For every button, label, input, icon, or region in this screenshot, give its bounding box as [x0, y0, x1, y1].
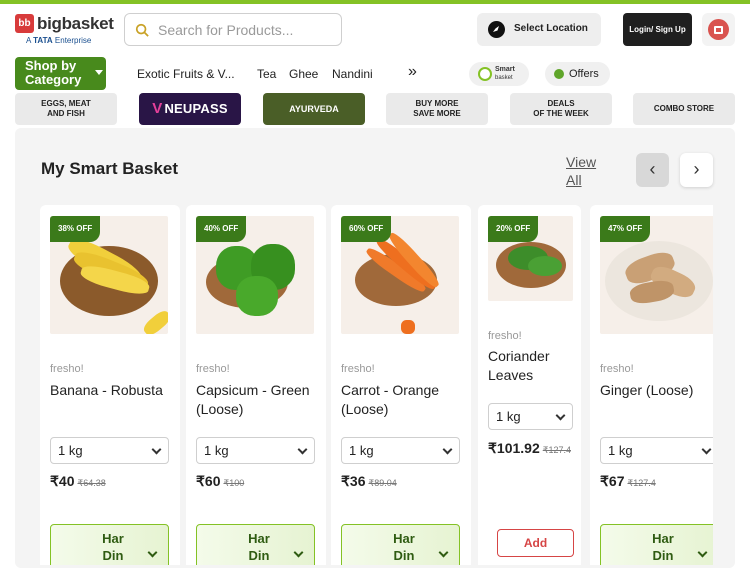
logo-mark-icon: bb: [15, 14, 34, 33]
offers-badge-icon: [554, 69, 564, 79]
category-ayurveda[interactable]: AYURVEDA: [263, 93, 365, 125]
chevron-down-icon: [555, 410, 566, 421]
product-price: ₹101.92 ₹127.4: [488, 440, 571, 456]
quantity-select[interactable]: 1 kg: [600, 437, 713, 464]
product-card[interactable]: 38% OFF fresho! Banana - Robusta 1 kg ₹4…: [40, 205, 180, 565]
neupass-logo-icon: V: [152, 100, 163, 117]
offers-button[interactable]: Offers: [545, 62, 610, 86]
product-carousel: 38% OFF fresho! Banana - Robusta 1 kg ₹4…: [40, 205, 713, 565]
product-mrp: ₹127.4: [542, 445, 571, 455]
nav-link-ghee[interactable]: Ghee: [289, 67, 318, 81]
har-din-button[interactable]: Har Din: [196, 524, 315, 565]
har-din-button[interactable]: Har Din: [341, 524, 460, 565]
nav-link-exotic-fruits[interactable]: Exotic Fruits & V...: [137, 67, 235, 81]
category-buy-more-save-more[interactable]: BUY MORE SAVE MORE: [386, 93, 488, 125]
category-deals-of-the-week[interactable]: DEALS OF THE WEEK: [510, 93, 612, 125]
add-to-basket-button[interactable]: Add: [497, 529, 574, 557]
offers-label: Offers: [569, 68, 599, 80]
product-brand: fresho!: [196, 363, 230, 375]
category-combo-store[interactable]: COMBO STORE: [633, 93, 735, 125]
logo-text: bigbasket: [37, 14, 114, 33]
shop-by-category-button[interactable]: Shop by Category: [15, 57, 106, 90]
quantity-select[interactable]: 1 kg: [50, 437, 169, 464]
product-mrp: ₹89.04: [368, 478, 397, 488]
nav-link-nandini[interactable]: Nandini: [332, 67, 373, 81]
discount-badge: 47% OFF: [600, 216, 651, 242]
product-price: ₹67 ₹127.4: [600, 473, 656, 489]
product-name[interactable]: Banana - Robusta: [50, 381, 174, 400]
cart-bag-icon: [708, 19, 729, 40]
chevron-down-icon: [701, 444, 712, 455]
chevron-down-icon: [297, 444, 308, 455]
product-card[interactable]: 60% OFF fresho! Carrot - Orange (Loose) …: [331, 205, 471, 565]
chevron-down-icon: [442, 444, 453, 455]
product-price: ₹60 ₹100: [196, 473, 245, 489]
section-title: My Smart Basket: [41, 159, 179, 178]
quantity-select[interactable]: 1 kg: [196, 437, 315, 464]
product-brand: fresho!: [50, 363, 84, 375]
nav-more-button[interactable]: »: [408, 63, 417, 81]
har-din-button[interactable]: Har Din: [50, 524, 169, 565]
discount-badge: 60% OFF: [341, 216, 392, 242]
har-din-button[interactable]: Har Din: [600, 524, 713, 565]
chevron-down-icon: [147, 547, 158, 558]
product-brand: fresho!: [488, 330, 522, 342]
product-name[interactable]: Ginger (Loose): [600, 381, 713, 400]
location-compass-icon: [488, 21, 505, 38]
login-signup-button[interactable]: Login/ Sign Up: [623, 13, 692, 46]
discount-badge: 20% OFF: [488, 216, 539, 242]
view-all-link[interactable]: View All: [566, 153, 606, 189]
product-price: ₹40 ₹64.38: [50, 473, 106, 489]
discount-badge: 38% OFF: [50, 216, 101, 242]
nav-link-tea[interactable]: Tea: [257, 67, 276, 81]
search-bar[interactable]: [124, 13, 342, 46]
chevron-down-icon: [151, 444, 162, 455]
cart-button[interactable]: [702, 13, 735, 46]
carousel-next-button[interactable]: ›: [680, 153, 713, 187]
product-card[interactable]: 40% OFF fresho! Capsicum - Green (Loose)…: [186, 205, 326, 565]
smart-basket-label: Smart basket: [495, 66, 515, 81]
product-mrp: ₹127.4: [627, 478, 656, 488]
chevron-down-icon: [697, 547, 708, 558]
quantity-select[interactable]: 1 kg: [488, 403, 573, 430]
shop-by-category-label: Shop by Category: [25, 58, 82, 87]
search-input[interactable]: [158, 19, 334, 41]
logo-subtitle: A TATA Enterprise: [26, 36, 92, 45]
product-price: ₹36 ₹89.04: [341, 473, 397, 489]
discount-badge: 40% OFF: [196, 216, 247, 242]
top-accent-line: [0, 0, 750, 4]
product-mrp: ₹100: [223, 478, 245, 488]
product-card[interactable]: 47% OFF fresho! Ginger (Loose) 1 kg ₹67 ₹…: [590, 205, 713, 565]
category-neupass[interactable]: V NEUPASS: [139, 93, 241, 125]
smart-basket-button[interactable]: Smart basket: [469, 62, 529, 86]
product-brand: fresho!: [341, 363, 375, 375]
product-mrp: ₹64.38: [77, 478, 106, 488]
chevron-down-icon: [293, 547, 304, 558]
product-name[interactable]: Coriander Leaves: [488, 347, 578, 385]
category-eggs-meat-fish[interactable]: EGGS, MEAT AND FISH: [15, 93, 117, 125]
chevron-down-icon: [438, 547, 449, 558]
search-icon: [135, 23, 149, 37]
product-name[interactable]: Capsicum - Green (Loose): [196, 381, 320, 419]
select-location-label: Select Location: [514, 23, 588, 34]
product-name[interactable]: Carrot - Orange (Loose): [341, 381, 465, 419]
product-brand: fresho!: [600, 363, 634, 375]
quantity-select[interactable]: 1 kg: [341, 437, 460, 464]
smart-basket-icon: [478, 67, 492, 81]
bigbasket-logo[interactable]: bb bigbasket A TATA Enterprise: [15, 14, 114, 48]
caret-down-icon: [95, 70, 103, 75]
product-card[interactable]: 20% OFF fresho! Coriander Leaves 1 kg ₹1…: [478, 205, 581, 565]
carousel-prev-button[interactable]: ‹: [636, 153, 669, 187]
select-location-button[interactable]: Select Location: [477, 13, 601, 46]
